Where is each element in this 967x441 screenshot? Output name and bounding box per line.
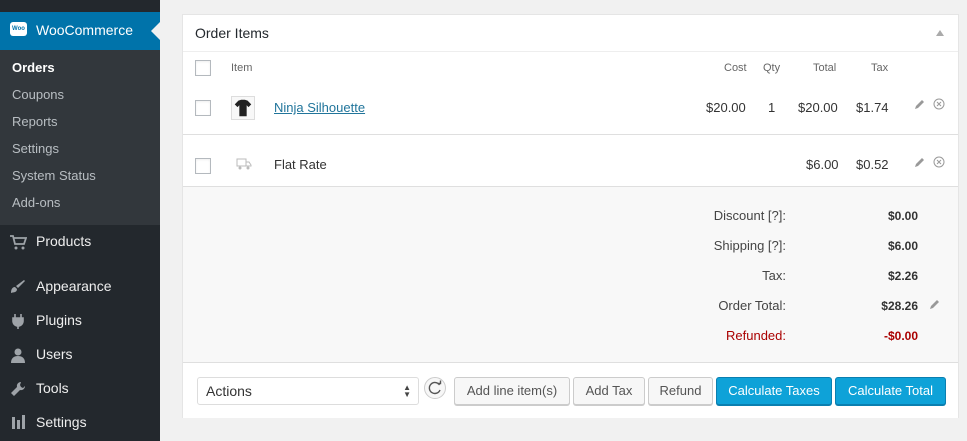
paintbrush-icon xyxy=(11,280,25,293)
woocommerce-menu[interactable]: Woo WooCommerce xyxy=(0,12,160,50)
user-icon xyxy=(11,348,25,363)
menu-label-settings: Settings xyxy=(36,414,87,430)
edit-pencil-icon[interactable] xyxy=(929,298,941,310)
add-line-items-button[interactable]: Add line item(s) xyxy=(454,377,570,405)
panel-header: Order Items xyxy=(183,15,958,52)
refunded-value: -$0.00 xyxy=(883,329,918,343)
order-items-panel: Order Items Item Cost Qty Total Tax Ninj… xyxy=(182,14,959,418)
shipping-checkbox[interactable] xyxy=(195,158,211,174)
delete-circle-icon[interactable] xyxy=(933,156,945,168)
submenu-add-ons[interactable]: Add-ons xyxy=(12,195,60,210)
woocommerce-icon: Woo xyxy=(10,22,27,36)
column-header-tax: Tax xyxy=(871,62,889,74)
product-total: $20.00 xyxy=(798,100,838,115)
order-total-value: $28.26 xyxy=(881,299,918,313)
menu-tools[interactable]: Tools xyxy=(0,374,160,404)
actions-select-value: Actions xyxy=(206,383,252,399)
shipping-value: $6.00 xyxy=(887,239,918,253)
refunded-label: Refunded: xyxy=(726,328,786,343)
delete-circle-icon[interactable] xyxy=(933,98,945,110)
panel-title: Order Items xyxy=(195,25,269,41)
tax-value: $2.26 xyxy=(887,269,918,283)
shipping-total: $6.00 xyxy=(806,157,839,172)
plug-icon xyxy=(12,314,24,329)
product-tax: $1.74 xyxy=(856,100,889,115)
order-totals: Discount [?]: $0.00 Shipping [?]: $6.00 … xyxy=(183,186,958,362)
refresh-icon xyxy=(428,380,442,395)
column-header-cost: Cost xyxy=(724,62,747,74)
tax-label: Tax: xyxy=(762,268,786,283)
menu-products[interactable]: Products xyxy=(0,227,160,257)
cart-icon xyxy=(10,235,27,250)
discount-value: $0.00 xyxy=(887,209,918,223)
menu-plugins[interactable]: Plugins xyxy=(0,306,160,336)
discount-label: Discount [?]: xyxy=(713,208,786,223)
column-header-total: Total xyxy=(813,62,837,74)
collapse-arrow-icon[interactable] xyxy=(936,30,944,36)
select-arrows-icon: ▲ ▼ xyxy=(403,383,411,399)
wrench-icon xyxy=(11,381,26,396)
product-qty: 1 xyxy=(768,100,776,115)
product-link[interactable]: Ninja Silhouette xyxy=(274,100,365,115)
shipping-label: Shipping [?]: xyxy=(713,238,786,253)
column-header-qty: Qty xyxy=(763,62,781,74)
column-header-item: Item xyxy=(231,62,253,74)
refresh-button[interactable] xyxy=(424,377,446,399)
product-cost: $20.00 xyxy=(706,100,746,115)
shipping-row: Flat Rate $6.00 $0.52 xyxy=(183,143,958,186)
row-checkbox[interactable] xyxy=(195,100,211,116)
submenu-system-status[interactable]: System Status xyxy=(12,168,96,183)
refund-button[interactable]: Refund xyxy=(648,377,713,405)
product-thumbnail xyxy=(231,96,255,120)
calculate-total-button[interactable]: Calculate Total xyxy=(835,377,946,405)
menu-label-appearance: Appearance xyxy=(36,278,112,294)
menu-label-tools: Tools xyxy=(36,380,69,396)
menu-appearance[interactable]: Appearance xyxy=(0,272,160,302)
calculate-taxes-button[interactable]: Calculate Taxes xyxy=(716,377,832,405)
woocommerce-submenu: Orders Coupons Reports Settings System S… xyxy=(0,50,160,225)
submenu-orders[interactable]: Orders xyxy=(12,60,55,75)
submenu-coupons[interactable]: Coupons xyxy=(12,87,64,102)
add-tax-button[interactable]: Add Tax xyxy=(573,377,645,405)
settings-icon xyxy=(12,415,25,429)
truck-icon xyxy=(236,158,252,170)
woocommerce-label: WooCommerce xyxy=(36,22,133,38)
menu-settings[interactable]: Settings xyxy=(0,408,160,438)
submenu-settings[interactable]: Settings xyxy=(12,141,59,156)
submenu-reports[interactable]: Reports xyxy=(12,114,58,129)
menu-label-products: Products xyxy=(36,233,92,249)
menu-label-plugins: Plugins xyxy=(36,312,82,328)
menu-users[interactable]: Users xyxy=(0,340,160,370)
order-actions-bar: Actions ▲ ▼ Add line item(s) Add Tax Refu… xyxy=(183,362,958,418)
actions-select[interactable]: Actions ▲ ▼ xyxy=(197,377,419,405)
edit-pencil-icon[interactable] xyxy=(914,98,926,110)
admin-sidebar: Woo WooCommerce Orders Coupons Reports S… xyxy=(0,0,160,441)
table-row: Ninja Silhouette $20.00 1 $20.00 $1.74 xyxy=(183,85,958,135)
shipping-method-name: Flat Rate xyxy=(274,157,327,172)
menu-label-users: Users xyxy=(36,346,73,362)
select-all-checkbox[interactable] xyxy=(195,60,211,76)
edit-pencil-icon[interactable] xyxy=(914,156,926,168)
shipping-tax: $0.52 xyxy=(856,157,889,172)
order-total-label: Order Total: xyxy=(718,298,786,313)
tshirt-icon xyxy=(234,99,252,117)
